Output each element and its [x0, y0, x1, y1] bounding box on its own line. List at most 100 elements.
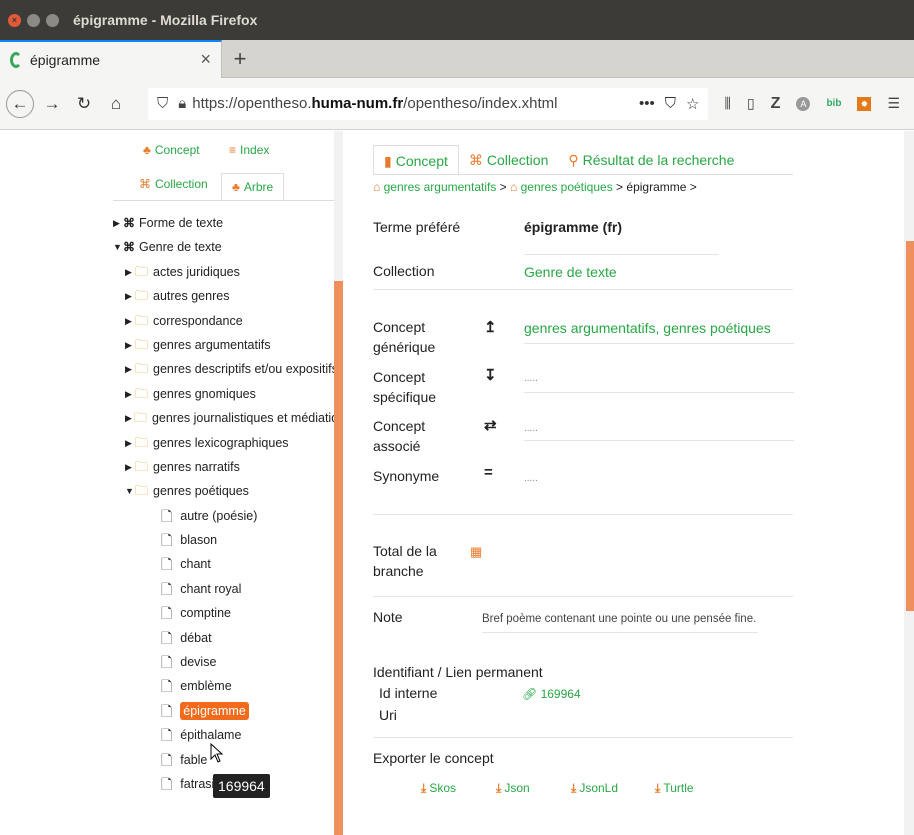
tree-leaf-item[interactable]: 🗋︎ devise [113, 650, 343, 674]
export-json-button[interactable]: ⤓ Json [496, 781, 530, 796]
tracking-shield-icon[interactable]: ⛉ [157, 95, 168, 112]
zotero-icon[interactable]: Z [771, 95, 781, 113]
caret-right-icon[interactable]: ▶ [125, 382, 133, 406]
extension-a-icon[interactable]: A [796, 96, 811, 111]
collection-value[interactable]: Genre de texte [524, 264, 617, 280]
browser-tab[interactable]: épigramme × [0, 39, 222, 78]
caret-right-icon[interactable]: ▶ [125, 357, 133, 381]
narrower-label: Concept spécifique [373, 369, 437, 405]
broader-label: Concept générique [373, 319, 436, 355]
caret-right-icon[interactable]: ▶ [125, 431, 133, 455]
tree-item-label: épigramme [180, 702, 249, 720]
breadcrumb-item[interactable]: genres poétiques [521, 180, 613, 194]
tab-close-icon[interactable]: × [200, 49, 211, 70]
internal-id-link[interactable]: 🔗︎ 169964 [522, 687, 581, 701]
extension-orange-icon[interactable]: ✹ [857, 96, 872, 111]
tree-node[interactable]: ▶ 🗀︎ genres journalistiques et médiatiques [113, 406, 343, 430]
tree-item-label: genres journalistiques et médiatiques [151, 411, 343, 426]
tree-item-label: chant [180, 557, 211, 572]
synonym-label: Synonyme [373, 468, 440, 484]
minimize-window-icon[interactable] [27, 13, 40, 27]
caret-down-icon[interactable]: ▼ [125, 479, 134, 503]
tree-leaf-item[interactable]: 🗋︎ fable [113, 748, 343, 772]
caret-down-icon[interactable]: ▼ [113, 235, 122, 259]
synonym-value: ..... [524, 473, 538, 484]
download-icon: ⤓ [655, 781, 661, 795]
home-button[interactable]: ⌂ [102, 90, 130, 118]
caret-right-icon[interactable]: ▶ [125, 406, 132, 430]
tree-node[interactable]: ▼ ⌘ Genre de texte [113, 235, 343, 259]
tree-node[interactable]: ▶ 🗀︎ genres narratifs [113, 455, 343, 479]
sidebar-icon[interactable]: ▯ [747, 95, 755, 112]
tree-leaf-item[interactable]: 🗋︎ débat [113, 626, 343, 650]
caret-right-icon[interactable]: ▶ [125, 309, 133, 333]
tree-item-label: genres argumentatifs [153, 337, 271, 352]
tree-node[interactable]: ▼ 🗀︎ genres poétiques [113, 479, 343, 503]
back-button[interactable]: ← [6, 89, 34, 118]
folder-icon: 🗀︎ [135, 263, 149, 279]
internal-id-label: Id interne [379, 685, 438, 701]
pocket-icon[interactable]: ⛉ [665, 95, 676, 112]
tree-node[interactable]: ▶ 🗀︎ actes juridiques [113, 260, 343, 284]
caret-right-icon[interactable]: ▶ [113, 211, 121, 235]
download-icon: ⤓ [571, 781, 577, 795]
file-icon: 🗋︎ [161, 775, 173, 792]
tree-leaf-item[interactable]: 🗋︎ chant [113, 552, 343, 576]
synonym-equals-icon: = [484, 464, 493, 481]
calculator-icon[interactable]: ▦ [470, 544, 482, 560]
caret-right-icon[interactable]: ▶ [125, 455, 133, 479]
export-skos-button[interactable]: ⤓ Skos [421, 781, 456, 796]
tree-node[interactable]: ▶ 🗀︎ genres descriptifs et/ou expositifs [113, 357, 343, 381]
url-text[interactable]: https://opentheso.huma-num.fr/opentheso/… [192, 95, 629, 112]
new-tab-button[interactable]: + [222, 46, 258, 72]
url-bar[interactable]: ⛉ 🔒︎ https://opentheso.huma-num.fr/opent… [148, 87, 709, 120]
page-scrollbar-thumb[interactable] [906, 241, 914, 611]
caret-right-icon[interactable]: ▶ [125, 260, 133, 284]
preferred-term-label: Terme préféré [373, 219, 461, 235]
sidebar-panel: ♣ Concept ≡ Index ⌘ Collection ♣ Arbre ▶ ⌘ For… [113, 131, 343, 835]
tree-node[interactable]: ▶ 🗀︎ genres argumentatifs [113, 333, 343, 357]
tree-node[interactable]: ▶ ⌘ Forme de texte [113, 211, 343, 235]
tree-leaf-item[interactable]: 🗋︎ épithalame [113, 723, 343, 747]
tree-node[interactable]: ▶ 🗀︎ genres lexicographiques [113, 431, 343, 455]
export-jsonld-button[interactable]: ⤓ JsonLd [571, 781, 618, 796]
tree-leaf-item[interactable]: 🗋︎ blason [113, 528, 343, 552]
page-actions-icon[interactable]: ••• [639, 95, 655, 112]
tab-collection[interactable]: ⌘ Collection [459, 145, 558, 175]
forward-button[interactable]: → [38, 90, 66, 118]
broader-value[interactable]: genres argumentatifs, genres poétiques [524, 320, 771, 336]
lock-icon[interactable]: 🔒︎ [178, 95, 186, 112]
tree-item-label: devise [180, 655, 217, 670]
bookmark-star-icon[interactable]: ☆ [686, 95, 699, 113]
library-icon[interactable]: ⫼ [724, 95, 730, 112]
tree-leaf-item[interactable]: 🗋︎ emblème [113, 674, 343, 698]
sidebar-tab-arbre[interactable]: ♣ Arbre [221, 173, 285, 201]
close-window-icon[interactable]: × [8, 13, 21, 27]
tree-leaf-item[interactable]: 🗋︎ comptine [113, 601, 343, 625]
tree-leaf-item[interactable]: 🗋︎ autre (poésie) [113, 504, 343, 528]
caret-right-icon[interactable]: ▶ [125, 333, 133, 357]
file-icon: 🗋︎ [161, 751, 173, 768]
maximize-window-icon[interactable] [46, 13, 59, 27]
tree-node[interactable]: ▶ 🗀︎ autres genres [113, 284, 343, 308]
menu-icon[interactable]: ☰ [887, 95, 900, 112]
tab-search-results[interactable]: ⚲ Résultat de la recherche [558, 145, 744, 175]
export-turtle-button[interactable]: ⤓ Turtle [655, 781, 694, 796]
tree-node[interactable]: ▶ 🗀︎ genres gnomiques [113, 382, 343, 406]
sidebar-tab-concept[interactable]: ♣ Concept [143, 139, 200, 161]
sidebar-scrollbar-thumb[interactable] [334, 281, 343, 835]
tab-concept[interactable]: ▮ Concept [373, 145, 459, 175]
bib-extension-icon[interactable]: bib [826, 98, 841, 109]
caret-right-icon[interactable]: ▶ [125, 284, 133, 308]
breadcrumb-item[interactable]: genres argumentatifs [384, 180, 497, 194]
folder-icon: 🗀︎ [135, 336, 149, 352]
reload-button[interactable]: ↻ [70, 90, 98, 118]
sidebar-tab-index[interactable]: ≡ Index [229, 139, 269, 161]
section-divider [373, 596, 793, 597]
tree-leaf-item[interactable]: 🗋︎ épigramme [113, 699, 343, 723]
tree-leaf-item[interactable]: 🗋︎ chant royal [113, 577, 343, 601]
tree-item-label: fable [180, 752, 208, 767]
file-icon: 🗋︎ [161, 678, 173, 695]
sidebar-tab-collection[interactable]: ⌘ Collection [139, 173, 208, 195]
tree-node[interactable]: ▶ 🗀︎ correspondance [113, 309, 343, 333]
